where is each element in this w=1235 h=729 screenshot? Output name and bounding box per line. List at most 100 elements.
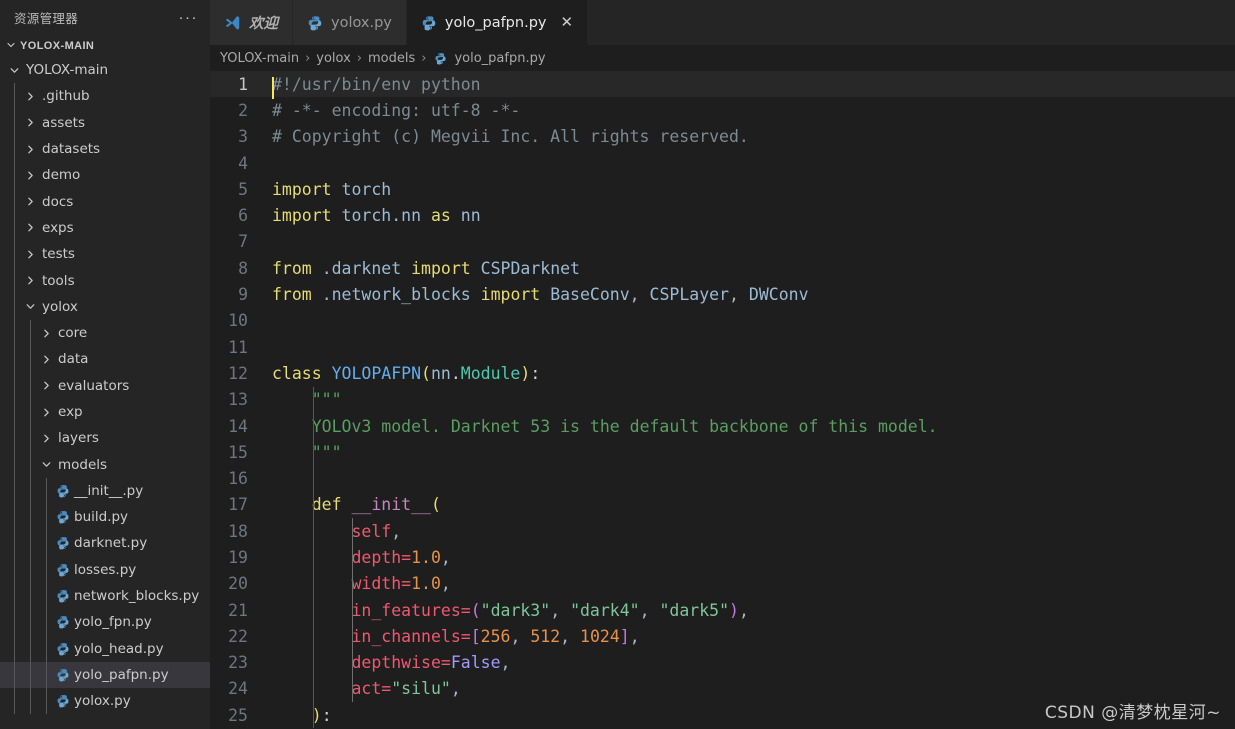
code-line[interactable]: 15 """ — [210, 439, 1235, 465]
code-line[interactable]: 18 self, — [210, 518, 1235, 544]
breadcrumb-item[interactable]: yolox — [316, 51, 351, 66]
tree-item-tools[interactable]: tools — [0, 267, 210, 294]
breadcrumb[interactable]: YOLOX-main › yolox › models › yolo_pafpn.py — [210, 45, 1235, 71]
code-line[interactable]: 10 — [210, 308, 1235, 334]
code-line[interactable]: 13 """ — [210, 387, 1235, 413]
chevron-right-icon[interactable] — [38, 433, 55, 444]
chevron-right-icon[interactable] — [22, 222, 39, 233]
code-line[interactable]: 21 in_features=("dark3", "dark4", "dark5… — [210, 597, 1235, 623]
tree-item-evaluators[interactable]: evaluators — [0, 372, 210, 399]
code-line[interactable]: 22 in_channels=[256, 512, 1024], — [210, 623, 1235, 649]
code-text[interactable]: YOLOv3 model. Darknet 53 is the default … — [272, 417, 1235, 436]
chevron-down-icon[interactable] — [22, 301, 39, 312]
tree-item-yolox-py[interactable]: yolox.py — [0, 688, 210, 715]
chevron-right-icon[interactable] — [22, 196, 39, 207]
workspace-section-header[interactable]: YOLOX-MAIN — [0, 35, 210, 57]
breadcrumb-item[interactable]: yolo_pafpn.py — [454, 51, 545, 66]
breadcrumb-item[interactable]: models — [368, 51, 415, 66]
code-text[interactable]: in_channels=[256, 512, 1024], — [272, 627, 1235, 646]
tree-item-yolo-head-py[interactable]: yolo_head.py — [0, 635, 210, 662]
chevron-right-icon[interactable] — [38, 380, 55, 391]
editor-tab-bar[interactable]: 欢迎 yolox.py yolo_pafpn.py ✕ — [210, 0, 1235, 45]
chevron-right-icon[interactable] — [22, 144, 39, 155]
code-text[interactable]: import torch.nn as nn — [272, 206, 1235, 225]
code-text[interactable]: import torch — [272, 180, 1235, 199]
tree-item-exp[interactable]: exp — [0, 398, 210, 426]
code-line[interactable]: 19 depth=1.0, — [210, 544, 1235, 570]
code-text[interactable]: from .network_blocks import BaseConv, CS… — [272, 285, 1235, 304]
editor-tab--[interactable]: 欢迎 — [210, 0, 293, 45]
tree-item-yolo-fpn-py[interactable]: yolo_fpn.py — [0, 609, 210, 636]
code-line[interactable]: 25 ): — [210, 702, 1235, 728]
code-line[interactable]: 5 import torch — [210, 176, 1235, 202]
breadcrumb-item[interactable]: YOLOX-main — [220, 51, 299, 66]
tree-item--github[interactable]: .github — [0, 83, 210, 110]
chevron-right-icon[interactable] — [22, 117, 39, 128]
chevron-right-icon[interactable] — [22, 249, 39, 260]
chevron-right-icon[interactable] — [22, 91, 39, 102]
code-lines[interactable]: 1 #!/usr/bin/env python 2 # -*- encoding: u… — [210, 71, 1235, 729]
code-line[interactable]: 14 YOLOv3 model. Darknet 53 is the defau… — [210, 413, 1235, 439]
code-line[interactable]: 20 width=1.0, — [210, 571, 1235, 597]
code-line[interactable]: 2 # -*- encoding: utf-8 -*- — [210, 97, 1235, 123]
tree-item-exps[interactable]: exps — [0, 214, 210, 242]
chevron-right-icon[interactable] — [38, 354, 55, 365]
tree-item-build-py[interactable]: build.py — [0, 504, 210, 531]
chevron-down-icon[interactable] — [6, 65, 23, 76]
code-line[interactable]: 6 import torch.nn as nn — [210, 202, 1235, 228]
code-text[interactable]: """ — [272, 443, 1235, 462]
code-text[interactable]: ): — [272, 706, 1235, 725]
code-line[interactable]: 1 #!/usr/bin/env python — [210, 71, 1235, 99]
tree-item-docs[interactable]: docs — [0, 188, 210, 215]
editor-tab-yolox-py[interactable]: yolox.py — [293, 0, 407, 45]
code-text[interactable]: depthwise=False, — [272, 653, 1235, 672]
code-line[interactable]: 7 — [210, 229, 1235, 255]
tree-item-darknet-py[interactable]: darknet.py — [0, 530, 210, 557]
tree-item--init-py[interactable]: __init__.py — [0, 477, 210, 505]
chevron-right-icon[interactable] — [22, 275, 39, 286]
tree-item-tests[interactable]: tests — [0, 241, 210, 268]
code-text[interactable]: def __init__( — [272, 495, 1235, 514]
code-text[interactable]: class YOLOPAFPN(nn.Module): — [272, 364, 1235, 383]
tree-item-layers[interactable]: layers — [0, 425, 210, 452]
tree-item-losses-py[interactable]: losses.py — [0, 556, 210, 583]
chevron-right-icon[interactable] — [38, 328, 55, 339]
code-text[interactable]: depth=1.0, — [272, 548, 1235, 567]
code-line[interactable]: 17 def __init__( — [210, 492, 1235, 518]
code-text[interactable]: width=1.0, — [272, 574, 1235, 593]
code-editor[interactable]: 1 #!/usr/bin/env python 2 # -*- encoding: u… — [210, 71, 1235, 729]
code-text[interactable]: from .darknet import CSPDarknet — [272, 259, 1235, 278]
tree-item-datasets[interactable]: datasets — [0, 135, 210, 163]
tree-item-network-blocks-py[interactable]: network_blocks.py — [0, 582, 210, 610]
more-actions-icon[interactable]: ··· — [179, 10, 199, 25]
code-text[interactable]: #!/usr/bin/env python — [272, 75, 1235, 99]
code-text[interactable]: self, — [272, 522, 1235, 541]
chevron-down-icon[interactable] — [38, 459, 55, 470]
tree-item-assets[interactable]: assets — [0, 109, 210, 136]
chevron-right-icon[interactable] — [38, 407, 55, 418]
close-icon[interactable]: ✕ — [560, 15, 573, 30]
tree-item-yolo-pafpn-py[interactable]: yolo_pafpn.py — [0, 661, 210, 689]
code-line[interactable]: 24 act="silu", — [210, 676, 1235, 702]
tree-item-models[interactable]: models — [0, 451, 210, 478]
code-text[interactable]: act="silu", — [272, 679, 1235, 698]
code-line[interactable]: 4 — [210, 150, 1235, 176]
code-line[interactable]: 11 — [210, 334, 1235, 360]
code-line[interactable]: 3 # Copyright (c) Megvii Inc. All rights … — [210, 124, 1235, 150]
code-text[interactable]: in_features=("dark3", "dark4", "dark5"), — [272, 601, 1235, 620]
code-text[interactable]: # Copyright (c) Megvii Inc. All rights r… — [272, 127, 1235, 146]
code-line[interactable]: 16 — [210, 465, 1235, 491]
code-line[interactable]: 9 from .network_blocks import BaseConv, C… — [210, 281, 1235, 307]
tree-item-core[interactable]: core — [0, 319, 210, 347]
tree-item-yolox[interactable]: yolox — [0, 293, 210, 320]
tree-item-yolox-main[interactable]: YOLOX-main — [0, 57, 210, 83]
code-text[interactable]: # -*- encoding: utf-8 -*- — [272, 101, 1235, 120]
tree-item-demo[interactable]: demo — [0, 162, 210, 189]
editor-tab-yolo_pafpn-py[interactable]: yolo_pafpn.py ✕ — [406, 0, 589, 45]
chevron-right-icon[interactable] — [22, 170, 39, 181]
code-line[interactable]: 23 depthwise=False, — [210, 650, 1235, 676]
code-text[interactable]: """ — [272, 390, 1235, 409]
tree-item-data[interactable]: data — [0, 346, 210, 373]
file-tree[interactable]: YOLOX-main .github assets datasets demo docs e… — [0, 57, 210, 729]
code-line[interactable]: 8 from .darknet import CSPDarknet — [210, 255, 1235, 281]
